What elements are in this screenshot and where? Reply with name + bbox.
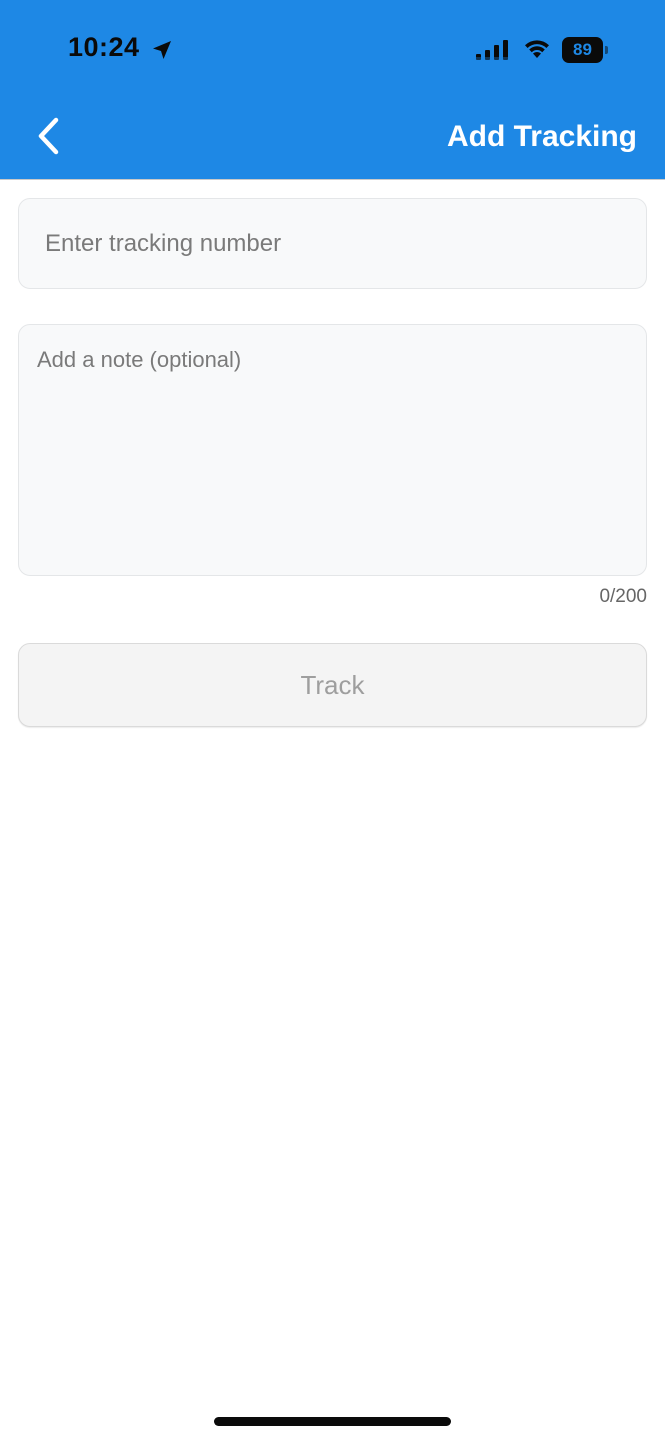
- status-time: 10:24: [68, 32, 140, 62]
- battery-icon: 89: [562, 37, 608, 63]
- home-indicator: [214, 1417, 451, 1426]
- cellular-signal-icon: [476, 40, 508, 60]
- character-counter: 0/200: [599, 586, 647, 607]
- location-arrow-icon: [153, 41, 171, 59]
- chevron-left-icon: [38, 117, 59, 155]
- wifi-icon: [525, 40, 549, 58]
- header-bar: 10:24 89 Add Tracking: [0, 0, 665, 180]
- screen: 10:24 89 Add Tracking Enter tracking num…: [0, 0, 665, 1440]
- back-button[interactable]: [28, 112, 68, 160]
- note-textarea[interactable]: [18, 324, 647, 576]
- page-title: Add Tracking: [446, 120, 637, 153]
- battery-level: 89: [573, 40, 592, 59]
- tracking-number-input[interactable]: [18, 198, 647, 289]
- track-button[interactable]: Track: [18, 643, 647, 727]
